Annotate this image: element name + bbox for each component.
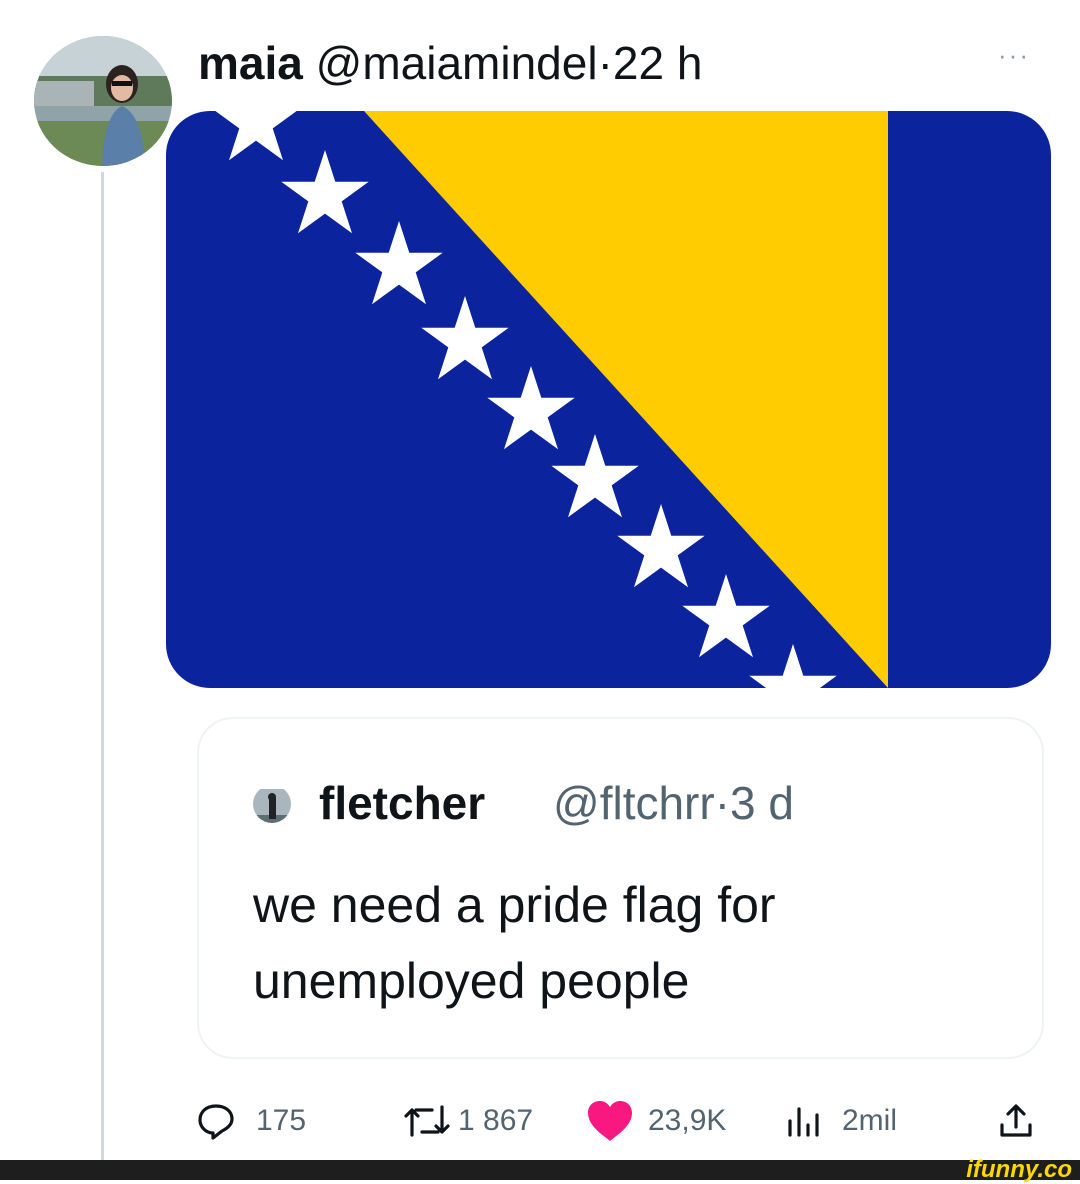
author-handle[interactable]: @maiamindel <box>316 37 598 89</box>
tweet-timestamp[interactable]: 22 h <box>613 37 703 89</box>
share-button[interactable] <box>996 1095 1036 1147</box>
tweet-actions: 175 1 867 23,9K 2mil <box>0 1095 1080 1155</box>
tweet-media-image[interactable] <box>166 111 1051 688</box>
views-button[interactable]: 2mil <box>784 1095 897 1147</box>
quoted-tweet-text: we need a pride flag for unemployed peop… <box>253 877 776 1009</box>
reply-count: 175 <box>256 1104 307 1137</box>
heart-icon <box>586 1099 634 1143</box>
quoted-author-name[interactable]: fletcher <box>319 777 485 829</box>
quoted-tweet[interactable]: fletcher @fltchrr·3 d we need a pride fl… <box>197 717 1044 1059</box>
retweet-count: 1 867 <box>458 1104 534 1137</box>
quoted-author-handle[interactable]: @fltchrr <box>553 777 715 829</box>
retweet-icon <box>402 1101 452 1141</box>
reply-icon <box>196 1101 236 1141</box>
views-count: 2mil <box>842 1104 898 1137</box>
separator-dot: · <box>597 37 613 89</box>
like-button[interactable]: 23,9K <box>586 1095 726 1147</box>
flag-image <box>166 111 1051 688</box>
reply-button[interactable]: 175 <box>196 1095 306 1147</box>
like-count: 23,9K <box>648 1104 727 1137</box>
quoted-author-avatar[interactable] <box>253 785 291 823</box>
author-name[interactable]: maia <box>198 37 303 89</box>
retweet-button[interactable]: 1 867 <box>402 1095 533 1147</box>
thread-line <box>101 172 104 1160</box>
analytics-icon <box>784 1101 824 1141</box>
quoted-separator-dot: · <box>714 777 731 829</box>
tweet-header: maia @maiamindel·22 h <box>198 38 702 88</box>
author-avatar[interactable] <box>34 36 172 166</box>
quoted-tweet-timestamp[interactable]: 3 d <box>730 777 794 829</box>
more-options-icon[interactable]: ··· <box>998 40 1030 71</box>
footer-bar: ifunny.co <box>0 1156 1080 1183</box>
share-icon <box>996 1101 1036 1141</box>
